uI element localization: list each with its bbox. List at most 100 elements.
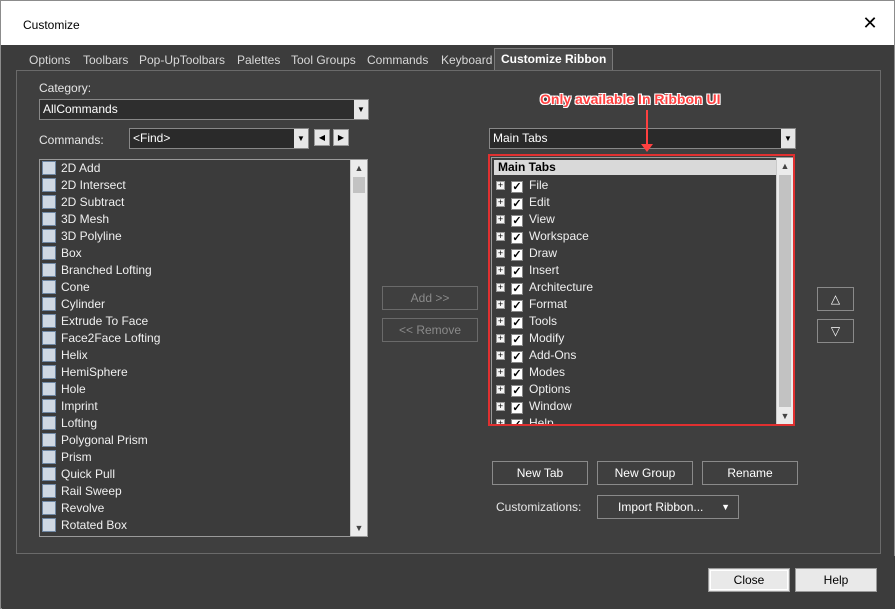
expand-icon[interactable]: +: [496, 300, 505, 309]
tab-tool-groups[interactable]: Tool Groups: [291, 51, 356, 70]
tab-customize-ribbon[interactable]: Customize Ribbon: [494, 48, 614, 70]
list-item[interactable]: Rail Sweep: [42, 483, 122, 500]
ribbon-tabs-tree[interactable]: Main Tabs + ✓ File + ✓ Edit + ✓ View + ✓ Workspa…: [491, 157, 794, 425]
list-item[interactable]: 2D Subtract: [42, 194, 124, 211]
scroll-thumb[interactable]: [353, 177, 365, 193]
checkbox-checked[interactable]: ✓: [511, 283, 523, 295]
tree-item-draw[interactable]: + ✓ Draw: [496, 245, 557, 262]
checkbox-checked[interactable]: ✓: [511, 368, 523, 380]
tree-item-insert[interactable]: + ✓ Insert: [496, 262, 559, 279]
list-item[interactable]: 3D Mesh: [42, 211, 109, 228]
expand-icon[interactable]: +: [496, 402, 505, 411]
rename-button[interactable]: Rename: [702, 461, 798, 485]
commands-list[interactable]: 2D Add 2D Intersect 2D Subtract 3D Mesh …: [39, 159, 368, 537]
tree-item-help[interactable]: +✓Help: [496, 415, 554, 424]
tree-item-modify[interactable]: + ✓ Modify: [496, 330, 564, 347]
commands-scrollbar[interactable]: ▲ ▼: [350, 160, 367, 536]
tree-scrollbar[interactable]: ▲ ▼: [776, 158, 793, 424]
scroll-down-icon[interactable]: ▼: [777, 408, 793, 424]
tab-toolbars[interactable]: Toolbars: [83, 51, 128, 70]
checkbox-checked[interactable]: ✓: [511, 317, 523, 329]
list-item[interactable]: Box: [42, 245, 82, 262]
tab-keyboard[interactable]: Keyboard: [441, 51, 492, 70]
list-item[interactable]: Prism: [42, 449, 92, 466]
checkbox-checked[interactable]: ✓: [511, 181, 523, 193]
expand-icon[interactable]: +: [496, 181, 505, 190]
list-item[interactable]: Cylinder: [42, 296, 105, 313]
find-next-button[interactable]: ▶: [333, 129, 349, 146]
expand-icon[interactable]: +: [496, 232, 505, 241]
scroll-thumb[interactable]: [779, 175, 791, 407]
tree-item-format[interactable]: + ✓ Format: [496, 296, 567, 313]
list-item[interactable]: HemiSphere: [42, 364, 128, 381]
list-item[interactable]: Lofting: [42, 415, 97, 432]
scroll-up-icon[interactable]: ▲: [777, 158, 793, 174]
tab-popup-toolbars[interactable]: Pop-UpToolbars: [139, 51, 225, 70]
list-item[interactable]: Polygonal Prism: [42, 432, 148, 449]
list-item[interactable]: Face2Face Lofting: [42, 330, 160, 347]
chevron-down-icon[interactable]: ▼: [721, 496, 730, 518]
help-button[interactable]: Help: [795, 568, 877, 592]
checkbox-checked[interactable]: ✓: [511, 385, 523, 397]
tree-item-view[interactable]: + ✓ View: [496, 211, 555, 228]
expand-icon[interactable]: +: [496, 334, 505, 343]
expand-icon[interactable]: +: [496, 368, 505, 377]
expand-icon[interactable]: +: [496, 215, 505, 224]
move-down-button[interactable]: ▽: [817, 319, 854, 343]
add-button[interactable]: Add >>: [382, 286, 478, 310]
checkbox-checked[interactable]: ✓: [511, 198, 523, 210]
checkbox-checked[interactable]: ✓: [511, 300, 523, 312]
find-combo[interactable]: <Find> ▼: [129, 128, 309, 149]
list-item[interactable]: 2D Intersect: [42, 177, 126, 194]
tab-palettes[interactable]: Palettes: [237, 51, 280, 70]
expand-icon[interactable]: +: [496, 249, 505, 258]
list-item[interactable]: Helix: [42, 347, 88, 364]
tree-item-options[interactable]: + ✓ Options: [496, 381, 570, 398]
tree-item-window[interactable]: + ✓ Window: [496, 398, 572, 415]
expand-icon[interactable]: +: [496, 283, 505, 292]
checkbox-checked[interactable]: ✓: [511, 215, 523, 227]
category-select[interactable]: AllCommands ▼: [39, 99, 369, 120]
new-group-button[interactable]: New Group: [597, 461, 693, 485]
checkbox-checked[interactable]: ✓: [511, 232, 523, 244]
checkbox-checked[interactable]: ✓: [511, 419, 523, 424]
list-item[interactable]: Branched Lofting: [42, 262, 152, 279]
checkbox-checked[interactable]: ✓: [511, 249, 523, 261]
checkbox-checked[interactable]: ✓: [511, 334, 523, 346]
list-item[interactable]: Revolve: [42, 500, 104, 517]
move-up-button[interactable]: △: [817, 287, 854, 311]
list-item[interactable]: 3D Polyline: [42, 228, 122, 245]
expand-icon[interactable]: +: [496, 266, 505, 275]
list-item[interactable]: Imprint: [42, 398, 98, 415]
chevron-down-icon[interactable]: ▼: [781, 129, 795, 148]
tree-item-add-ons[interactable]: + ✓ Add-Ons: [496, 347, 576, 364]
tab-commands[interactable]: Commands: [367, 51, 428, 70]
list-item[interactable]: Quick Pull: [42, 466, 115, 483]
expand-icon[interactable]: +: [496, 317, 505, 326]
tab-options[interactable]: Options: [29, 51, 70, 70]
new-tab-button[interactable]: New Tab: [492, 461, 588, 485]
scroll-down-icon[interactable]: ▼: [351, 520, 367, 536]
list-item[interactable]: Extrude To Face: [42, 313, 148, 330]
import-ribbon-button[interactable]: Import Ribbon... ▼: [597, 495, 739, 519]
close-icon[interactable]: ✕: [860, 13, 880, 33]
checkbox-checked[interactable]: ✓: [511, 266, 523, 278]
close-button[interactable]: Close: [708, 568, 790, 592]
checkbox-checked[interactable]: ✓: [511, 351, 523, 363]
tree-item-modes[interactable]: + ✓ Modes: [496, 364, 565, 381]
scroll-up-icon[interactable]: ▲: [351, 160, 367, 176]
tree-item-file[interactable]: + ✓ File: [496, 177, 548, 194]
tree-item-edit[interactable]: + ✓ Edit: [496, 194, 550, 211]
checkbox-checked[interactable]: ✓: [511, 402, 523, 414]
chevron-down-icon[interactable]: ▼: [354, 100, 368, 119]
expand-icon[interactable]: +: [496, 385, 505, 394]
tree-item-tools[interactable]: + ✓ Tools: [496, 313, 557, 330]
tree-item-architecture[interactable]: + ✓ Architecture: [496, 279, 593, 296]
expand-icon[interactable]: +: [496, 198, 505, 207]
list-item[interactable]: Rotated Box: [42, 517, 127, 534]
tree-item-workspace[interactable]: + ✓ Workspace: [496, 228, 589, 245]
expand-icon[interactable]: +: [496, 351, 505, 360]
list-item[interactable]: 2D Add: [42, 160, 100, 177]
find-previous-button[interactable]: ◀: [314, 129, 330, 146]
chevron-down-icon[interactable]: ▼: [294, 129, 308, 148]
